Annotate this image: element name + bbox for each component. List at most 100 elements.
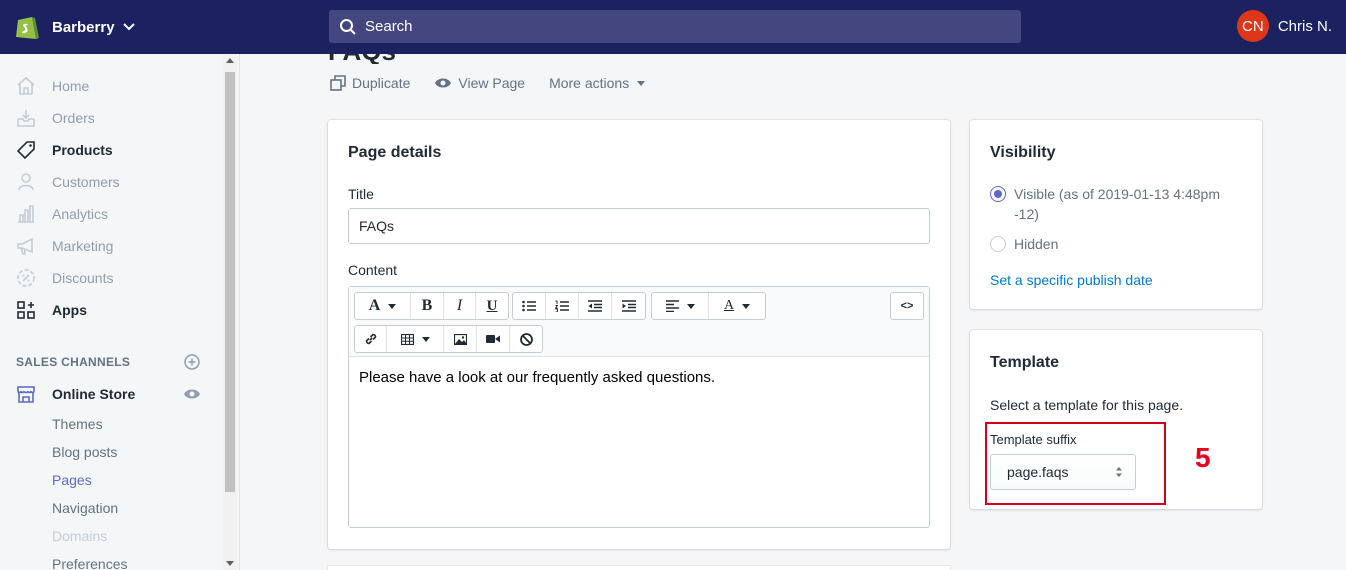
- clear-format-icon: [519, 332, 533, 346]
- title-label: Title: [348, 186, 374, 202]
- add-channel-plus-icon[interactable]: [184, 354, 200, 370]
- sidebar-item-marketing[interactable]: Marketing: [16, 234, 113, 258]
- store-icon: [16, 384, 36, 404]
- sidebar-item-products[interactable]: Products: [16, 138, 113, 162]
- table-icon: [400, 333, 414, 345]
- show-html-button[interactable]: <>: [891, 293, 923, 319]
- align-dropdown[interactable]: [652, 293, 709, 319]
- bullet-list-icon: [522, 300, 536, 312]
- user-menu[interactable]: CN Chris N.: [1236, 10, 1332, 42]
- search-input[interactable]: Search: [329, 10, 1021, 43]
- sidebar-subitem-preferences[interactable]: Preferences: [52, 556, 127, 570]
- store-name: Barberry: [52, 18, 115, 36]
- caret-down-icon: [421, 336, 430, 342]
- scroll-down-arrow-icon[interactable]: [226, 561, 234, 566]
- html-group: <>: [890, 292, 924, 320]
- sidebar-item-apps[interactable]: Apps: [16, 298, 87, 322]
- view-store-eye-icon[interactable]: [183, 387, 201, 401]
- scroll-thumb[interactable]: [225, 72, 235, 492]
- sidebar: Home Orders Products Customers Analytics…: [0, 54, 240, 570]
- sidebar-item-home[interactable]: Home: [16, 74, 89, 98]
- template-heading: Template: [990, 354, 1060, 371]
- duplicate-button[interactable]: Duplicate: [330, 75, 410, 91]
- underline-button[interactable]: U: [476, 293, 508, 319]
- list-group: [512, 292, 646, 320]
- more-actions-dropdown[interactable]: More actions: [549, 75, 646, 91]
- video-camera-icon: [486, 335, 500, 343]
- search-placeholder: Search: [365, 18, 413, 35]
- numbered-list-icon: [555, 300, 569, 312]
- user-name: Chris N.: [1277, 17, 1332, 35]
- sidebar-subitem-domains[interactable]: Domains: [52, 528, 107, 544]
- sidebar-item-customers[interactable]: Customers: [16, 170, 120, 194]
- rich-text-editor[interactable]: A B I U A <> Please have a look at our f…: [348, 286, 930, 528]
- align-color-group: A: [651, 292, 766, 320]
- outdent-icon: [588, 300, 602, 312]
- page-details-heading: Page details: [348, 144, 442, 161]
- caret-down-icon: [388, 303, 397, 309]
- eye-icon: [435, 78, 452, 88]
- caret-down-icon: [742, 303, 751, 309]
- scroll-up-arrow-icon[interactable]: [226, 58, 234, 63]
- sidebar-subitem-blog-posts[interactable]: Blog posts: [52, 444, 117, 460]
- indent-icon: [621, 300, 636, 312]
- page-title: FAQs: [328, 54, 528, 64]
- top-bar: Barberry Search CN Chris N.: [0, 0, 1346, 54]
- publish-date-link[interactable]: Set a specific publish date: [990, 272, 1153, 288]
- outdent-button[interactable]: [579, 293, 612, 319]
- sidebar-subitem-themes[interactable]: Themes: [52, 416, 103, 432]
- indent-button[interactable]: [612, 293, 645, 319]
- bold-button[interactable]: B: [411, 293, 444, 319]
- duplicate-icon: [330, 75, 346, 91]
- numbered-list-button[interactable]: [546, 293, 579, 319]
- sidebar-subitem-navigation[interactable]: Navigation: [52, 500, 118, 516]
- editor-content[interactable]: Please have a look at our frequently ask…: [359, 369, 715, 386]
- link-icon: [365, 333, 376, 345]
- insert-link-button[interactable]: [355, 326, 387, 352]
- hidden-radio[interactable]: [990, 236, 1006, 252]
- sidebar-item-discounts[interactable]: Discounts: [16, 266, 113, 290]
- chevron-down-icon: [122, 23, 135, 31]
- sidebar-item-online-store[interactable]: Online Store: [16, 382, 135, 406]
- annotation-step-number: 5: [1195, 442, 1211, 473]
- visibility-heading: Visibility: [990, 144, 1056, 161]
- visible-radio-label: Visible (as of 2019-01-13 4:48pm -12): [1014, 186, 1220, 222]
- sidebar-item-orders[interactable]: Orders: [16, 106, 95, 130]
- page-details-card: Page details Title FAQs Content A B I U: [328, 120, 950, 549]
- discount-icon: [16, 268, 36, 288]
- page-actions: Duplicate View Page More actions: [330, 75, 669, 91]
- sidebar-subitem-pages[interactable]: Pages: [52, 472, 92, 488]
- bullet-list-button[interactable]: [513, 293, 546, 319]
- text-color-dropdown[interactable]: A: [709, 293, 765, 319]
- clear-formatting-button[interactable]: [510, 326, 542, 352]
- insert-video-button[interactable]: [477, 326, 510, 352]
- insert-image-button[interactable]: [444, 326, 477, 352]
- megaphone-icon: [16, 236, 36, 256]
- avatar: CN: [1236, 10, 1269, 42]
- sales-channels-heading: SALES CHANNELS: [16, 355, 131, 369]
- person-icon: [16, 172, 36, 192]
- bar-chart-icon: [16, 204, 36, 224]
- visible-radio[interactable]: [990, 186, 1006, 202]
- italic-button[interactable]: I: [444, 293, 476, 319]
- align-left-icon: [665, 300, 679, 312]
- sidebar-item-analytics[interactable]: Analytics: [16, 202, 108, 226]
- content-label: Content: [348, 262, 398, 278]
- store-switcher[interactable]: Barberry: [14, 12, 135, 42]
- font-style-dropdown[interactable]: A: [355, 293, 411, 319]
- orders-icon: [16, 108, 36, 128]
- insert-group: [354, 325, 543, 353]
- font-group: A B I U: [354, 292, 509, 320]
- title-field[interactable]: FAQs: [348, 208, 930, 244]
- view-page-button[interactable]: View Page: [434, 75, 525, 91]
- insert-table-dropdown[interactable]: [387, 326, 444, 352]
- search-icon: [340, 18, 356, 35]
- caret-down-icon: [686, 303, 695, 309]
- home-icon: [16, 76, 36, 96]
- apps-icon: [16, 300, 36, 320]
- shopify-logo-icon: [16, 17, 39, 39]
- hidden-radio-label: Hidden: [1014, 236, 1059, 252]
- template-description: Select a template for this page.: [990, 397, 1183, 413]
- image-icon: [453, 333, 467, 345]
- sidebar-scrollbar[interactable]: [223, 54, 237, 570]
